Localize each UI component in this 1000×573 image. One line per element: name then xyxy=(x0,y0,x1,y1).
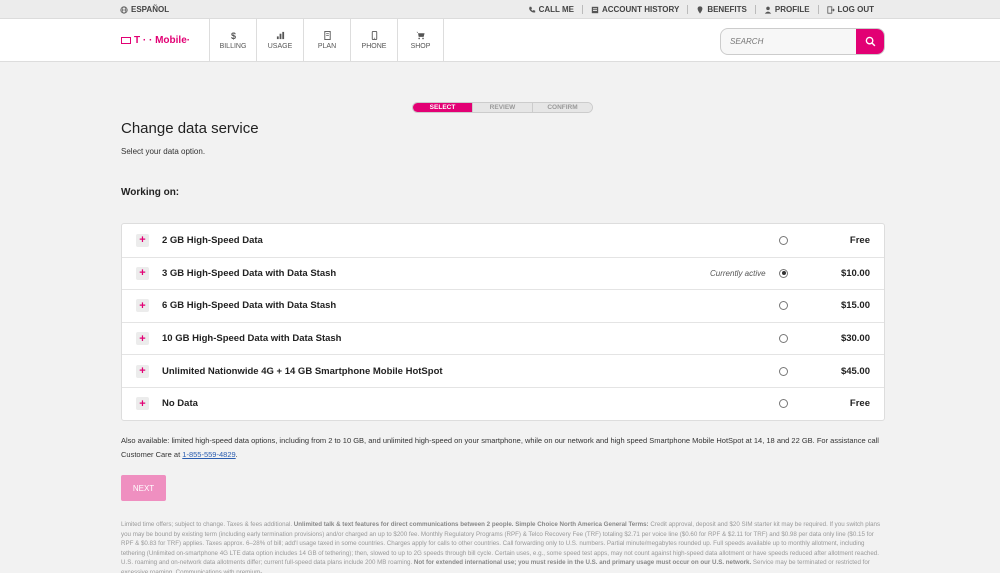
legal-disclaimer: Limited time offers; subject to change. … xyxy=(121,520,885,573)
nav-usage[interactable]: USAGE xyxy=(256,19,303,62)
account-history-link[interactable]: ACCOUNT HISTORY xyxy=(581,5,687,14)
plan-price: $15.00 xyxy=(840,300,870,312)
expand-plus-icon[interactable]: + xyxy=(136,397,149,411)
plan-price: $45.00 xyxy=(840,365,870,377)
plan-name: 3 GB High-Speed Data with Data Stash xyxy=(162,267,337,279)
bars-icon xyxy=(276,31,284,40)
plan-price: $30.00 xyxy=(840,333,870,345)
expand-plus-icon[interactable]: + xyxy=(136,299,149,313)
benefits-label: BENEFITS xyxy=(707,5,747,14)
plan-name: 2 GB High-Speed Data xyxy=(162,234,263,246)
expand-plus-icon[interactable]: + xyxy=(136,332,149,346)
nav-phone-label: PHONE xyxy=(361,43,387,50)
plan-row[interactable]: + No Data Free xyxy=(122,386,884,420)
plan-radio[interactable] xyxy=(779,268,788,278)
profile-link[interactable]: PROFILE xyxy=(754,5,818,14)
account-history-label: ACCOUNT HISTORY xyxy=(601,5,680,14)
nav-billing-label: BILLING xyxy=(219,43,247,50)
plan-price: Free xyxy=(849,398,870,410)
benefits-link[interactable]: BENEFITS xyxy=(687,5,755,14)
plan-note: Currently active xyxy=(710,268,766,278)
plan-name: No Data xyxy=(162,398,198,410)
nav-usage-label: USAGE xyxy=(267,43,293,50)
page-subtitle: Select your data option. xyxy=(121,147,206,156)
legal-bold-2: Not for extended international use; you … xyxy=(413,559,752,567)
step-select: SELECT xyxy=(413,103,472,112)
phone-device-icon xyxy=(371,31,377,40)
customer-care-phone-link[interactable]: 1-855-559-4829 xyxy=(182,450,235,459)
logout-icon xyxy=(826,5,835,14)
plan-radio[interactable] xyxy=(779,334,788,344)
svg-text:$: $ xyxy=(230,31,235,40)
utility-bar: ESPAÑOL CALL ME ACCOUNT HISTORY BENEFITS… xyxy=(0,0,1000,19)
log-out-label: LOG OUT xyxy=(837,5,874,14)
plan-name: 6 GB High-Speed Data with Data Stash xyxy=(162,300,337,312)
person-icon xyxy=(764,6,772,14)
progress-steps: SELECT REVIEW CONFIRM xyxy=(412,102,593,113)
plan-name: 10 GB High-Speed Data with Data Stash xyxy=(162,333,342,345)
language-label: ESPAÑOL xyxy=(131,5,170,14)
expand-plus-icon[interactable]: + xyxy=(136,233,149,247)
search-button[interactable] xyxy=(856,29,884,54)
utility-links: CALL ME ACCOUNT HISTORY BENEFITS PROFILE… xyxy=(520,5,882,14)
legal-bold-1: Unlimited talk & text features for direc… xyxy=(293,521,649,528)
plan-price: $10.00 xyxy=(840,267,870,279)
pin-icon xyxy=(697,5,703,14)
also-available-text: Also available: limited high-speed data … xyxy=(121,434,885,462)
call-me-link[interactable]: CALL ME xyxy=(520,5,582,14)
call-me-label: CALL ME xyxy=(538,5,574,14)
plan-radio[interactable] xyxy=(779,301,788,311)
working-on-label: Working on: xyxy=(121,187,180,198)
step-confirm: CONFIRM xyxy=(532,103,592,112)
nav-shop[interactable]: SHOP xyxy=(397,19,444,62)
step-review: REVIEW xyxy=(472,103,532,112)
also-available-end: . xyxy=(235,450,238,459)
search-icon xyxy=(865,36,875,47)
history-icon xyxy=(591,6,599,13)
dollar-icon: $ xyxy=(230,31,235,40)
plan-row[interactable]: + Unlimited Nationwide 4G + 14 GB Smartp… xyxy=(122,354,884,387)
page-title: Change data service xyxy=(121,120,259,137)
globe-icon xyxy=(120,5,128,14)
plan-radio[interactable] xyxy=(779,399,788,409)
document-icon xyxy=(323,31,331,40)
nav-plan-label: PLAN xyxy=(317,43,337,50)
nav-shop-label: SHOP xyxy=(410,43,431,50)
log-out-link[interactable]: LOG OUT xyxy=(817,5,882,14)
plan-row[interactable]: + 2 GB High-Speed Data Free xyxy=(122,224,884,257)
main-nav: $ BILLING USAGE PLAN PHONE SHOP xyxy=(209,19,444,62)
plan-price: Free xyxy=(849,234,870,246)
nav-phone[interactable]: PHONE xyxy=(350,19,397,62)
expand-plus-icon[interactable]: + xyxy=(136,266,149,280)
plan-row[interactable]: + 3 GB High-Speed Data with Data Stash C… xyxy=(122,256,884,290)
plan-row[interactable]: + 6 GB High-Speed Data with Data Stash $… xyxy=(122,289,884,322)
nav-plan[interactable]: PLAN xyxy=(303,19,350,62)
profile-label: PROFILE xyxy=(774,5,810,14)
data-options-list: + 2 GB High-Speed Data Free + 3 GB High-… xyxy=(121,223,885,421)
plan-radio[interactable] xyxy=(779,366,788,376)
cart-icon xyxy=(416,31,425,40)
search-box xyxy=(720,28,885,55)
main-header: T · · Mobile· $ BILLING USAGE PLAN PHONE… xyxy=(0,19,1000,62)
plan-name: Unlimited Nationwide 4G + 14 GB Smartpho… xyxy=(162,365,443,377)
logo-text: T · · Mobile· xyxy=(134,35,191,46)
nav-billing[interactable]: $ BILLING xyxy=(209,19,256,62)
t-mobile-logo[interactable]: T · · Mobile· xyxy=(121,35,190,46)
logo-mark-icon xyxy=(121,37,131,44)
plan-radio[interactable] xyxy=(779,235,788,245)
next-button[interactable]: NEXT xyxy=(121,475,166,501)
plan-row[interactable]: + 10 GB High-Speed Data with Data Stash … xyxy=(122,321,884,355)
phone-icon xyxy=(528,6,535,13)
language-link[interactable]: ESPAÑOL xyxy=(120,5,169,14)
legal-part-1: Limited time offers; subject to change. … xyxy=(121,521,294,528)
search-input[interactable] xyxy=(721,29,858,54)
expand-plus-icon[interactable]: + xyxy=(136,364,149,378)
